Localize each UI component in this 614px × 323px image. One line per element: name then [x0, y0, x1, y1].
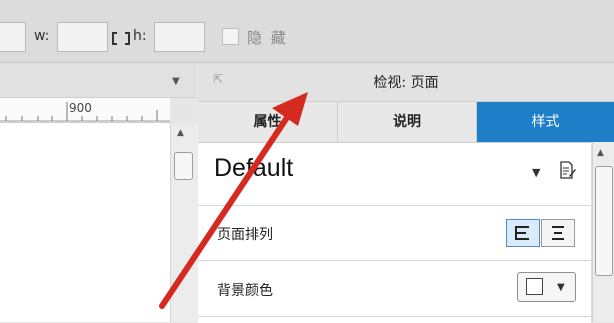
link-dimensions-icon[interactable]: [112, 30, 130, 45]
divider: [198, 316, 591, 317]
style-name[interactable]: Default: [214, 154, 293, 183]
align-center-button[interactable]: [541, 219, 575, 247]
tab-properties[interactable]: 属性: [198, 102, 338, 142]
divider: [198, 260, 591, 261]
width-field[interactable]: [57, 22, 108, 52]
align-left-icon: [515, 226, 529, 240]
canvas-header: [0, 63, 197, 98]
scroll-up-icon[interactable]: ▲: [177, 128, 184, 138]
tab-style[interactable]: 样式: [477, 102, 614, 142]
inspector-scroll-thumb[interactable]: [595, 166, 613, 276]
align-left-button[interactable]: [506, 219, 540, 247]
tab-notes[interactable]: 说明: [338, 102, 477, 142]
hidden-label: 隐 藏: [247, 29, 288, 47]
height-field[interactable]: [154, 22, 205, 52]
page-layout-label: 页面排列: [217, 227, 273, 243]
edit-style-icon[interactable]: [560, 161, 576, 179]
ruler-label: 900: [69, 101, 92, 115]
scroll-up-icon[interactable]: ▲: [597, 148, 604, 158]
x-field[interactable]: [0, 22, 26, 52]
chevron-down-icon[interactable]: ▼: [557, 282, 565, 293]
divider: [198, 205, 591, 206]
inspector-title: 检视: 页面: [373, 75, 439, 91]
chevron-down-icon[interactable]: ▼: [532, 166, 540, 179]
align-center-icon: [552, 226, 564, 240]
height-label: h:: [133, 28, 147, 44]
canvas-scroll-thumb[interactable]: [174, 152, 193, 180]
background-color-label: 背景颜色: [217, 283, 273, 299]
design-canvas[interactable]: [0, 123, 170, 322]
width-label: w:: [34, 28, 50, 44]
chevron-down-icon[interactable]: ▼: [172, 76, 180, 87]
hidden-checkbox[interactable]: [222, 28, 239, 45]
inspector-tabs: 属性 说明 样式: [198, 102, 614, 142]
color-swatch[interactable]: [526, 278, 543, 295]
